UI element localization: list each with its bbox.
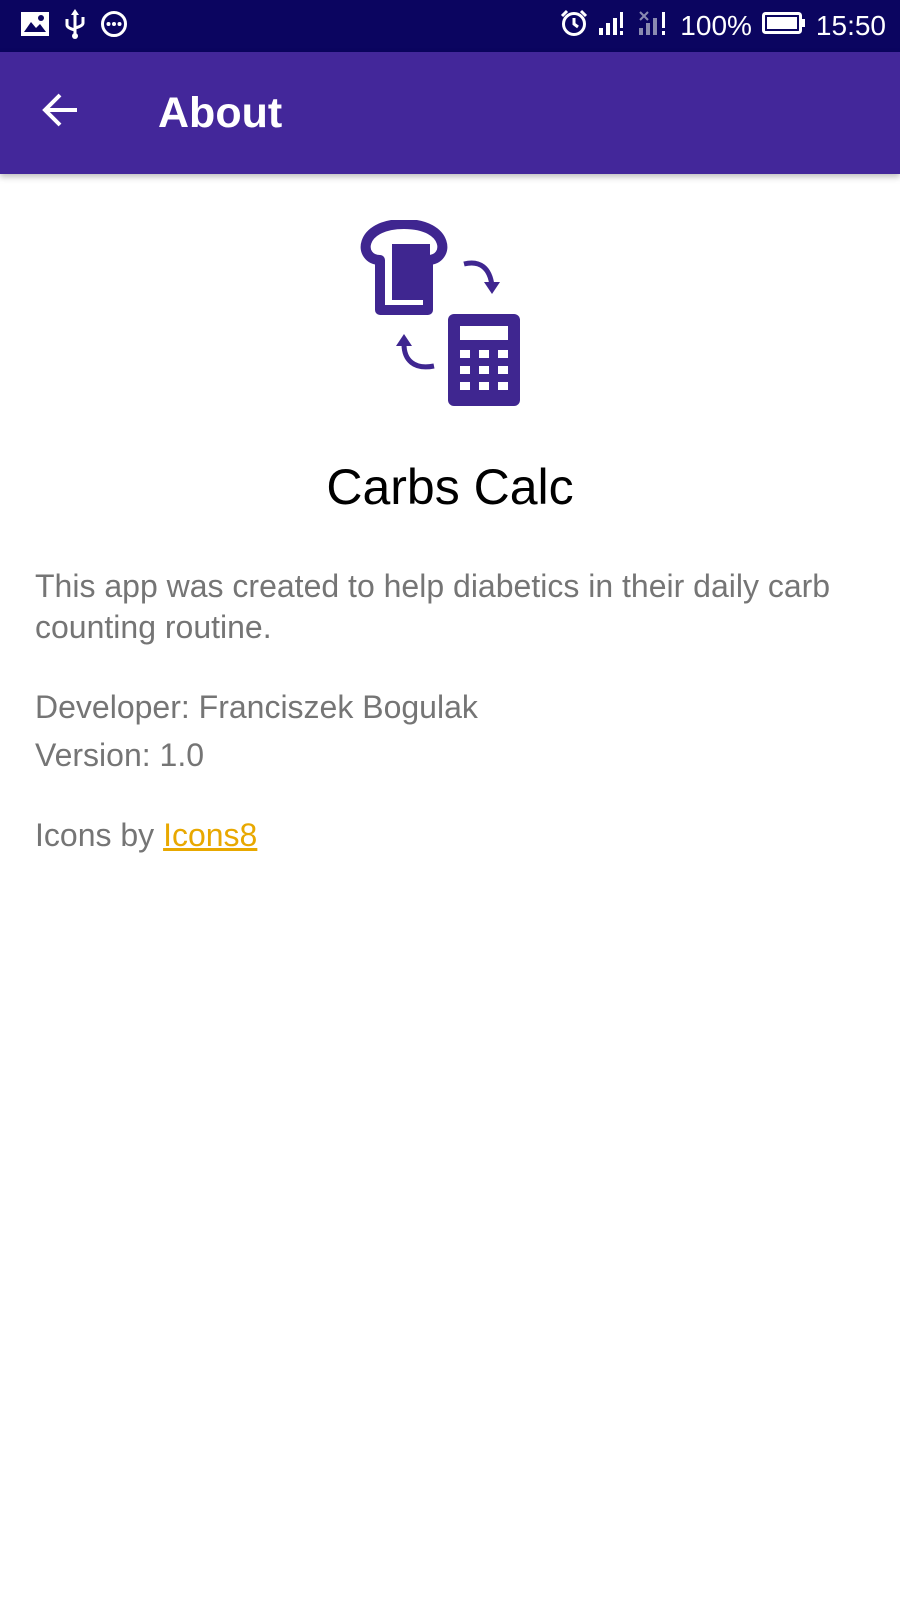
page-title: About: [158, 89, 283, 137]
image-icon: [20, 11, 50, 42]
signal-icon: [598, 10, 628, 43]
version-info: Version: 1.0: [35, 737, 204, 773]
back-button[interactable]: [24, 76, 96, 148]
battery-percent: 100%: [680, 10, 752, 41]
status-time: 15:50: [815, 10, 886, 41]
usb-icon: [64, 8, 86, 44]
status-left-icons: [20, 0, 128, 52]
arrow-back-icon: [40, 90, 80, 135]
battery-icon: [761, 10, 806, 42]
status-bar: 100% 15:50: [0, 0, 900, 52]
app-description: This app was created to help diabetics i…: [35, 568, 831, 645]
signal-no-data-icon: [638, 10, 670, 43]
bread-calculator-icon: [352, 219, 536, 416]
icons8-link[interactable]: Icons8: [163, 817, 257, 853]
icons-credit-prefix: Icons by: [35, 817, 164, 853]
alarm-icon: [560, 9, 588, 44]
icons-credit: Icons by Icons8: [35, 815, 865, 856]
app-bar: About: [0, 52, 900, 174]
app-name: Carbs Calc: [326, 459, 574, 515]
more-circle-icon: [100, 10, 128, 43]
status-right-icons: 100% 15:50: [560, 0, 886, 52]
developer-info: Developer: Franciszek Bogulak: [35, 689, 478, 725]
